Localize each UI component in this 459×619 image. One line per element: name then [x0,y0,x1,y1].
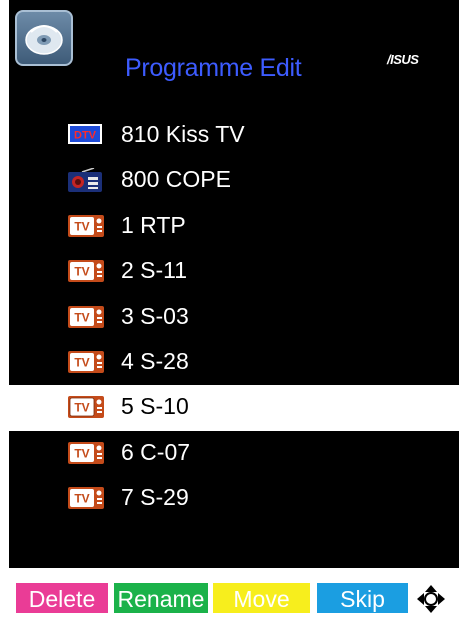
function-key-bar: Delete Rename Move Skip [0,583,459,613]
channel-row[interactable]: 800 COPE [9,158,459,203]
channel-label: 810 Kiss TV [121,121,245,147]
tv-icon-text: TV [74,265,89,279]
channel-label: 3 S-03 [121,302,189,329]
dtv-icon-text: DTV [74,130,97,142]
channel-row[interactable]: DTV 810 Kiss TV [9,113,459,158]
channel-label: 800 COPE [121,166,231,193]
tv-icon: TV [68,350,104,374]
brand-logo: /ISUS [387,52,419,67]
tv-icon-text: TV [74,219,89,233]
tv-icon: TV [68,259,104,283]
rename-button[interactable]: Rename [114,583,208,613]
channel-label: 5 S-10 [121,393,189,420]
programme-edit-screen: Programme Edit /ISUS DTV 810 Kiss TV 800… [9,0,459,568]
tv-icon-text: TV [74,401,89,415]
channel-list: DTV 810 Kiss TV 800 COPE TV 1 RTP TV 2 S… [9,113,459,522]
tv-icon: TV [68,395,104,419]
tv-icon: TV [68,305,104,329]
channel-label: 1 RTP [121,211,186,238]
tv-icon-text: TV [74,446,89,460]
delete-button[interactable]: Delete [16,583,108,613]
tv-icon: TV [68,214,104,238]
radio-icon [68,168,104,193]
channel-label: 7 S-29 [121,484,189,511]
tv-icon-text: TV [74,492,89,506]
tv-icon: TV [68,441,104,465]
tv-icon: TV [68,486,104,510]
channel-label: 6 C-07 [121,438,191,465]
move-button[interactable]: Move [213,583,310,613]
channel-row[interactable]: TV 6 C-07 [9,431,459,476]
channel-row[interactable]: TV 4 S-28 [9,340,459,385]
app-disc-icon [15,10,73,66]
channel-row[interactable]: TV 1 RTP [9,204,459,249]
page-title: Programme Edit [125,54,302,82]
channel-label: 2 S-11 [121,257,188,284]
channel-label: 4 S-28 [121,347,189,374]
tv-icon-text: TV [74,355,89,369]
channel-row[interactable]: TV 7 S-29 [9,476,459,521]
navigation-arrows-icon[interactable] [416,584,446,614]
channel-row[interactable]: TV 3 S-03 [9,295,459,340]
channel-row[interactable]: TV 2 S-11 [9,249,459,294]
skip-button[interactable]: Skip [317,583,408,613]
channel-row-selected[interactable]: TV 5 S-10 [9,385,459,431]
tv-icon-text: TV [74,310,89,324]
dtv-icon: DTV [68,123,104,147]
